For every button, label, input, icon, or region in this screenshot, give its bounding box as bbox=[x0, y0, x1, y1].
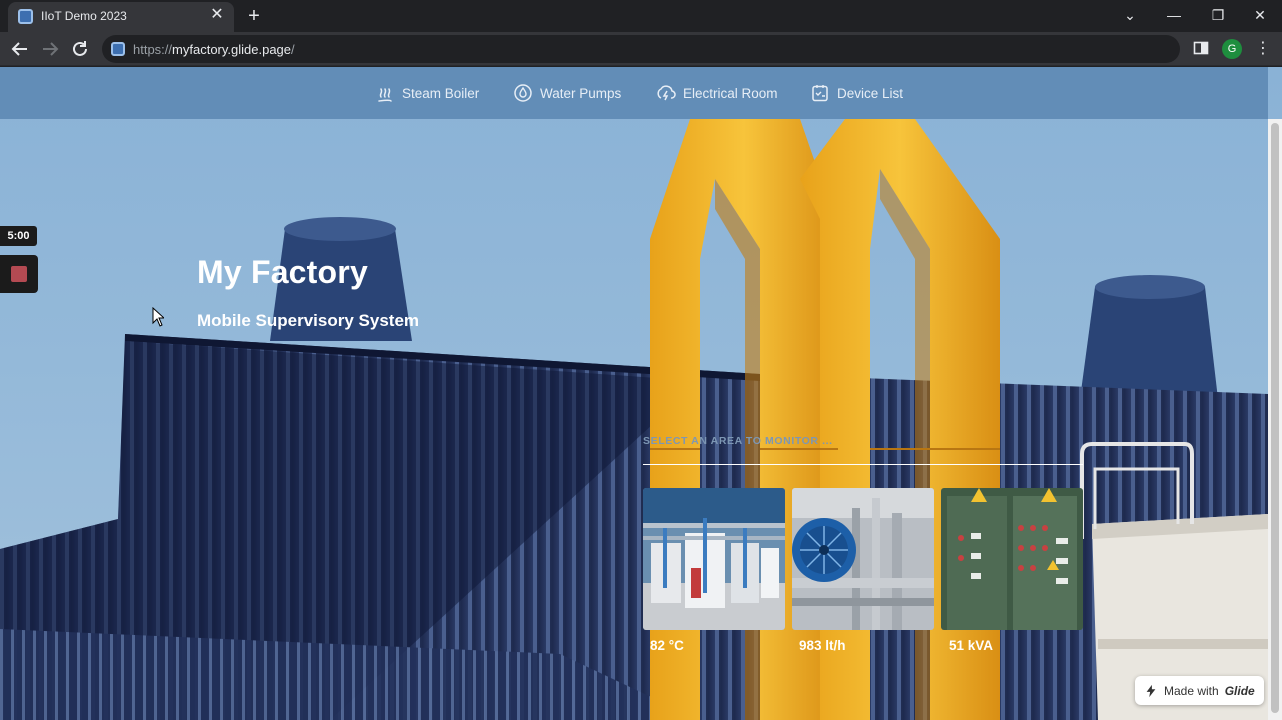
browser-tab-strip: IIoT Demo 2023 ✕ + ⌄ — ❐ ✕ bbox=[0, 0, 1282, 32]
area-card-electrical-room[interactable] bbox=[941, 488, 1083, 630]
browser-tab[interactable]: IIoT Demo 2023 ✕ bbox=[8, 2, 234, 32]
tab-favicon-icon bbox=[18, 9, 33, 24]
area-card-steam-boiler[interactable] bbox=[643, 488, 785, 630]
tab-close-icon[interactable]: ✕ bbox=[208, 6, 226, 24]
electrical-panel-photo bbox=[941, 488, 1083, 630]
area-card-value-water-pumps: 983 lt/h bbox=[799, 638, 846, 653]
restore-button[interactable]: ❐ bbox=[1196, 0, 1240, 30]
nav-item-label: Electrical Room bbox=[683, 85, 778, 101]
hero-subtitle: Mobile Supervisory System bbox=[197, 311, 420, 330]
site-info-icon[interactable] bbox=[111, 42, 125, 56]
section-divider bbox=[643, 464, 1083, 465]
area-card-water-pumps[interactable] bbox=[792, 488, 934, 630]
nav-item-steam-boiler[interactable]: Steam Boiler bbox=[375, 82, 479, 104]
area-card-value-steam-boiler: 82 °C bbox=[650, 638, 684, 653]
address-bar[interactable]: https://myfactory.glide.page/ bbox=[102, 35, 1180, 63]
nav-item-electrical-room[interactable]: Electrical Room bbox=[656, 82, 778, 104]
tab-title: IIoT Demo 2023 bbox=[41, 9, 127, 23]
water-drop-icon bbox=[514, 84, 532, 102]
profile-avatar[interactable]: G bbox=[1222, 39, 1242, 59]
glide-logo-icon bbox=[1146, 684, 1156, 697]
mouse-cursor-icon bbox=[152, 307, 164, 327]
nav-item-device-list[interactable]: Device List bbox=[810, 82, 903, 104]
back-icon[interactable] bbox=[8, 37, 32, 61]
forward-icon[interactable] bbox=[38, 37, 62, 61]
stop-recording-button[interactable] bbox=[0, 255, 38, 293]
steam-boiler-room-photo bbox=[643, 488, 785, 630]
badge-prefix: Made with bbox=[1164, 683, 1219, 698]
close-window-button[interactable]: ✕ bbox=[1238, 0, 1282, 30]
nav-item-label: Device List bbox=[837, 85, 904, 101]
browser-toolbar: https://myfactory.glide.page/ G ⋮ bbox=[0, 32, 1282, 66]
page-scrollbar[interactable] bbox=[1268, 119, 1282, 720]
section-label: SELECT AN AREA TO MONITOR ... bbox=[643, 435, 833, 447]
minimize-button[interactable]: — bbox=[1152, 0, 1196, 30]
checklist-icon bbox=[812, 85, 828, 102]
url-text: https://myfactory.glide.page/ bbox=[133, 42, 295, 57]
water-pump-photo bbox=[792, 488, 934, 630]
tab-search-icon[interactable]: ⌄ bbox=[1108, 0, 1152, 30]
badge-brand: Glide bbox=[1224, 683, 1255, 698]
nav-item-label: Steam Boiler bbox=[402, 85, 480, 101]
reload-icon[interactable] bbox=[68, 37, 92, 61]
nav-item-label: Water Pumps bbox=[540, 85, 622, 101]
stop-icon bbox=[11, 266, 27, 282]
new-tab-button[interactable]: + bbox=[243, 5, 265, 27]
app-top-nav: Steam Boiler Water Pumps Electrical Room… bbox=[0, 67, 1268, 119]
nav-item-water-pumps[interactable]: Water Pumps bbox=[513, 82, 621, 104]
hero-title: My Factory bbox=[197, 254, 368, 290]
area-card-value-electrical-room: 51 kVA bbox=[949, 638, 994, 653]
page-viewport: Steam Boiler Water Pumps Electrical Room… bbox=[0, 67, 1282, 720]
side-panel-icon[interactable] bbox=[1193, 40, 1209, 56]
recording-timer: 5:00 bbox=[0, 226, 37, 246]
power-icon bbox=[657, 85, 676, 101]
made-with-glide-badge[interactable]: Made with Glide bbox=[1135, 676, 1264, 705]
browser-menu-icon[interactable]: ⋮ bbox=[1255, 38, 1271, 60]
steam-icon bbox=[378, 88, 392, 102]
scrollbar-thumb[interactable] bbox=[1271, 123, 1279, 713]
